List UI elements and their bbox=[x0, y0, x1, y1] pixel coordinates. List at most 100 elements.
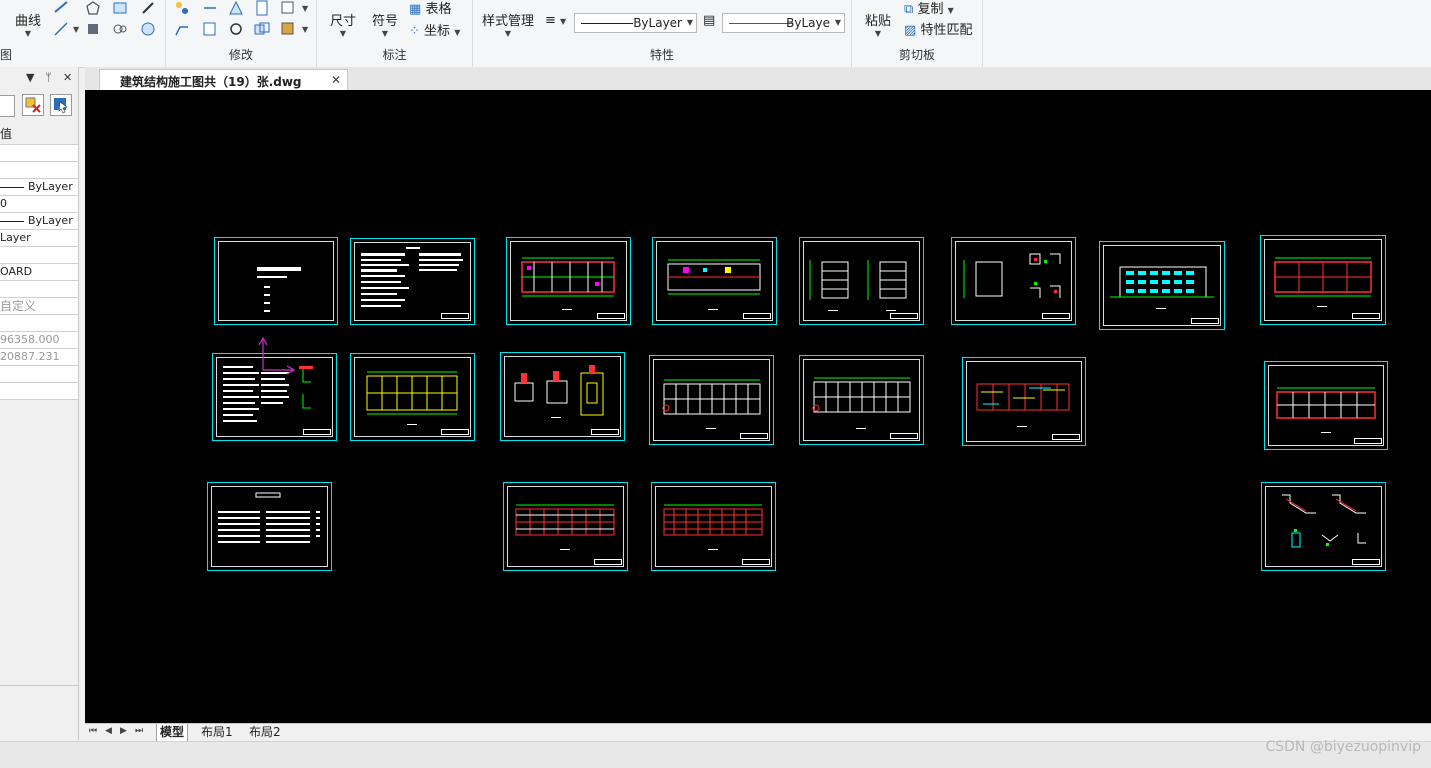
property-row[interactable] bbox=[0, 162, 78, 179]
drawing-sheet-elevation-side[interactable] bbox=[799, 237, 924, 325]
property-table: 值 ByLayer 0 ByLayer Layer OARD 自定义 96358… bbox=[0, 125, 78, 400]
last-layout-icon[interactable]: ⏭ bbox=[135, 726, 143, 736]
tab-model[interactable]: 模型 bbox=[156, 724, 189, 742]
tab-layout-1[interactable]: 布局1 bbox=[198, 724, 236, 741]
drawing-sheet-sections[interactable] bbox=[951, 237, 1076, 325]
property-row[interactable] bbox=[0, 247, 78, 264]
match-properties-button[interactable]: ▨ 特性匹配 bbox=[904, 19, 972, 38]
property-row-center-x[interactable]: 96358.000 bbox=[0, 332, 78, 349]
drawing-sheet-roof-plan[interactable] bbox=[1260, 235, 1386, 325]
boundary-icon[interactable] bbox=[140, 21, 156, 37]
cloud-icon[interactable] bbox=[112, 21, 128, 37]
line-tool-icon[interactable] bbox=[53, 0, 69, 16]
drawing-sheet-elevation-front[interactable] bbox=[1099, 241, 1225, 330]
first-layout-icon[interactable]: ⏮ bbox=[89, 726, 97, 736]
property-row-linetype[interactable]: ByLayer bbox=[0, 179, 78, 196]
property-row-layer[interactable]: Layer bbox=[0, 230, 78, 247]
property-row[interactable] bbox=[0, 281, 78, 298]
symbol-label: 符号 bbox=[371, 14, 398, 29]
hatch-icon[interactable] bbox=[85, 21, 101, 37]
linetype-icon[interactable]: ≡ ▼ bbox=[545, 13, 566, 28]
coordinate-button[interactable]: ⁘ 坐标 ▼ bbox=[409, 20, 460, 39]
drawing-sheet-index[interactable] bbox=[207, 482, 332, 571]
lineweight-combo[interactable]: ByLaye ▼ bbox=[722, 13, 845, 33]
polygon-icon[interactable] bbox=[85, 0, 101, 16]
beam-plan-1-drawing bbox=[662, 379, 761, 429]
table-button[interactable]: ▦ 表格 bbox=[409, 0, 451, 17]
explode-dropdown-icon[interactable]: ▼ bbox=[302, 4, 308, 13]
previous-layout-icon[interactable]: ◀ bbox=[105, 726, 112, 736]
drawing-sheet-floor-plan-1[interactable] bbox=[506, 237, 631, 325]
drawing-sheet-slab-reinforcement[interactable] bbox=[962, 357, 1086, 446]
panel-header: ▼ ᛘ ✕ bbox=[0, 67, 78, 91]
elevation-front-drawing bbox=[1110, 266, 1214, 309]
drawing-sheet-roof-structure[interactable] bbox=[1264, 361, 1388, 450]
close-icon[interactable]: ✕ bbox=[63, 71, 72, 84]
panel-dropdown-icon[interactable]: ▼ bbox=[26, 71, 34, 84]
drawing-sheet-notes[interactable] bbox=[350, 238, 475, 325]
drawing-sheet-cover[interactable] bbox=[214, 237, 338, 325]
copy-dropdown-icon: ▼ bbox=[947, 6, 954, 15]
symbol-button[interactable]: 符号 ▼ bbox=[367, 10, 403, 38]
lineweight-icon[interactable]: ▤ bbox=[703, 13, 715, 28]
select-objects-button[interactable] bbox=[50, 94, 72, 116]
drawing-sheet-column-plan-2[interactable] bbox=[651, 482, 776, 571]
close-tab-icon[interactable]: ✕ bbox=[331, 73, 341, 87]
style-manager-button[interactable]: 样式管理 ▼ bbox=[475, 10, 541, 38]
property-row-color[interactable]: 0 bbox=[0, 196, 78, 213]
property-row-center-y[interactable]: 20887.231 bbox=[0, 349, 78, 366]
dimension-button[interactable]: 尺寸 ▼ bbox=[325, 10, 361, 38]
drawing-sheet-beam-plan-1[interactable] bbox=[649, 355, 774, 445]
property-row[interactable] bbox=[0, 315, 78, 332]
watermark-text: CSDN @biyezuopinvip bbox=[1265, 739, 1421, 755]
panel-bottom-area bbox=[0, 685, 78, 741]
mirror-icon[interactable] bbox=[228, 0, 244, 16]
ribbon: 曲线 ▼ ▼ 图 ▼ ▼ 修改 尺寸 ▼ 符号 ▼ ▦ 表格 ⁘ 坐标 ▼ 标注… bbox=[0, 0, 1431, 68]
xline-icon[interactable] bbox=[53, 21, 69, 37]
property-row-plotstyle[interactable]: OARD bbox=[0, 264, 78, 281]
scale-icon[interactable] bbox=[202, 21, 218, 37]
column-plan-1-drawing bbox=[515, 504, 615, 550]
paste-button[interactable]: 粘贴 ▼ bbox=[858, 10, 898, 38]
pin-icon[interactable]: ᛘ bbox=[45, 71, 52, 84]
trim-icon[interactable] bbox=[202, 0, 218, 16]
drawing-sheet-foundation-details[interactable] bbox=[500, 352, 625, 441]
chevron-down-icon: ▼ bbox=[24, 29, 32, 38]
xline-dropdown-icon[interactable]: ▼ bbox=[73, 25, 79, 34]
drawing-sheet-beam-plan-2[interactable] bbox=[799, 355, 924, 445]
array-icon[interactable] bbox=[254, 21, 270, 37]
drawing-sheet-stair-details[interactable] bbox=[1261, 482, 1386, 571]
toggle-pickadd-button[interactable] bbox=[22, 94, 44, 116]
fillet-icon[interactable] bbox=[280, 21, 296, 37]
rotate-icon[interactable] bbox=[228, 21, 244, 37]
linetype-combo[interactable]: ByLayer ▼ bbox=[574, 13, 697, 33]
curve-button[interactable]: 曲线 ▼ bbox=[8, 10, 48, 38]
drawing-sheet-floor-plan-2[interactable] bbox=[652, 237, 777, 325]
copy-button[interactable]: ⧉ 复制 ▼ bbox=[904, 0, 954, 17]
document-tab[interactable]: 建筑结构施工图共（19）张.dwg ✕ bbox=[99, 69, 348, 91]
explode-icon[interactable] bbox=[280, 0, 296, 16]
drawing-sheet-column-plan-1[interactable] bbox=[503, 482, 628, 571]
ribbon-group-modify: ▼ ▼ 修改 bbox=[166, 0, 317, 67]
property-row-custom[interactable]: 自定义 bbox=[0, 298, 78, 315]
beam-plan-2-drawing bbox=[812, 377, 911, 429]
offset-icon[interactable] bbox=[254, 0, 270, 16]
property-row[interactable] bbox=[0, 383, 78, 400]
object-type-select[interactable] bbox=[0, 95, 15, 117]
stretch-icon[interactable] bbox=[174, 21, 190, 37]
foundation-plan-drawing bbox=[366, 371, 458, 425]
coordinate-icon: ⁘ bbox=[409, 24, 420, 39]
tab-layout-2[interactable]: 布局2 bbox=[246, 724, 284, 741]
region-icon[interactable] bbox=[112, 0, 128, 16]
next-layout-icon[interactable]: ▶ bbox=[120, 726, 127, 736]
foundation-details-drawing bbox=[514, 365, 604, 418]
fillet-dropdown-icon[interactable]: ▼ bbox=[302, 25, 308, 34]
clipboard-group-label: 剪切板 bbox=[898, 48, 935, 62]
pen-icon[interactable] bbox=[140, 0, 156, 16]
move-icon[interactable] bbox=[174, 0, 190, 16]
property-row[interactable] bbox=[0, 145, 78, 162]
model-space-canvas[interactable] bbox=[85, 90, 1431, 723]
drawing-sheet-foundation-plan[interactable] bbox=[350, 353, 475, 441]
property-row[interactable] bbox=[0, 366, 78, 383]
property-row-lineweight[interactable]: ByLayer bbox=[0, 213, 78, 230]
